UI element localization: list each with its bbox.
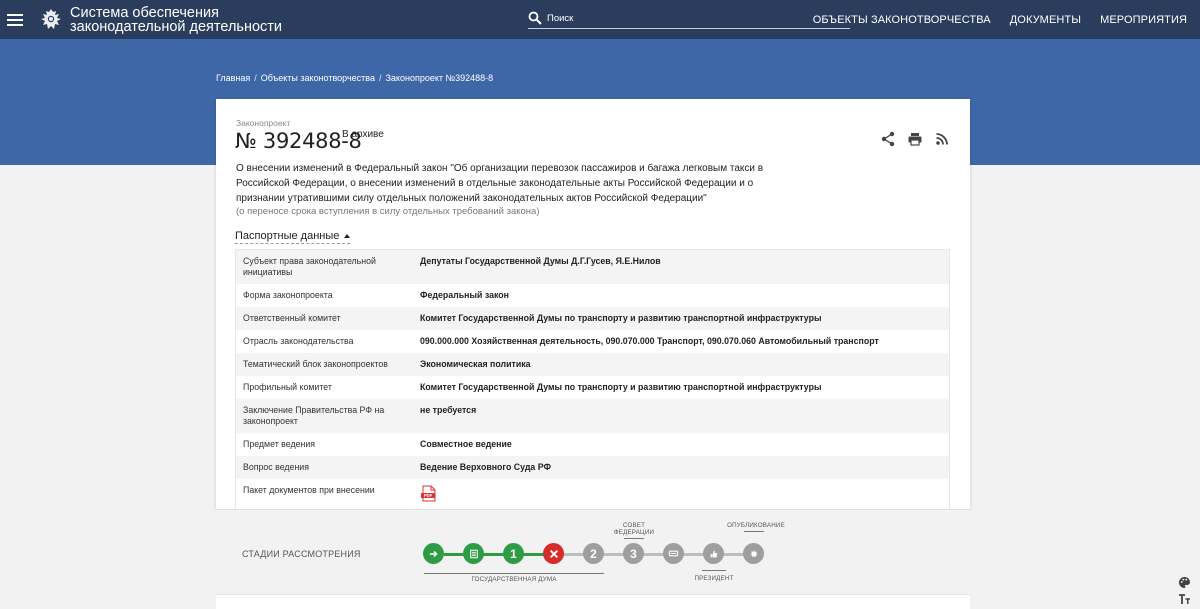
passport-key: Тематический блок законопроектов <box>243 359 388 369</box>
bill-kind: Законопроект <box>236 118 291 128</box>
breadcrumb-home[interactable]: Главная <box>216 73 250 83</box>
breadcrumb-separator: / <box>378 73 382 83</box>
status-badge: В архиве <box>342 129 384 140</box>
passport-value: Ведение Верховного Суда РФ <box>420 462 551 472</box>
breadcrumb-separator: / <box>254 73 257 83</box>
main-nav: ОБЪЕКТЫ ЗАКОНОТВОРЧЕСТВА ДОКУМЕНТЫ МЕРОП… <box>813 0 1187 39</box>
caret-up-icon <box>344 234 351 238</box>
passport-value: Совместное ведение <box>420 439 512 449</box>
passport-label: Паспортные данные <box>235 230 340 242</box>
passport-value: Федеральный закон <box>420 290 509 300</box>
table-row: Форма законопроекта Федеральный закон <box>236 284 949 307</box>
search-box <box>528 8 850 29</box>
table-row: Тематический блок законопроектов Экономи… <box>236 353 949 376</box>
coat-of-arms-logo[interactable] <box>37 6 65 34</box>
system-title-line1: Система обеспечения <box>70 4 219 21</box>
bill-card: Законопроект № 392488-8 В архиве О внесе… <box>216 99 970 510</box>
nav-lawmaking-objects[interactable]: ОБЪЕКТЫ ЗАКОНОТВОРЧЕСТВА <box>813 14 991 26</box>
passport-key: Профильный комитет <box>243 382 332 392</box>
publication-caption: ОПУБЛИКОВАНИЕ <box>727 522 785 529</box>
passport-key: Пакет документов при внесении <box>243 485 375 495</box>
svg-text:PDF: PDF <box>424 493 433 498</box>
nav-events[interactable]: МЕРОПРИЯТИЯ <box>1100 14 1187 26</box>
top-bar: Система обеспечения законодательной деят… <box>0 0 1200 39</box>
card-actions <box>880 131 950 147</box>
passport-value[interactable]: Комитет Государственной Думы по транспор… <box>414 376 949 399</box>
rss-icon[interactable] <box>934 131 950 147</box>
bill-subdescription: (о переносе срока вступления в силу отде… <box>236 206 540 217</box>
stage-connector <box>444 553 544 556</box>
passport-key: Отрасль законодательства <box>243 336 354 346</box>
stage-introduced[interactable] <box>423 543 444 564</box>
stage-president[interactable] <box>703 543 724 564</box>
passport-value[interactable]: Комитет Государственной Думы по транспор… <box>414 307 949 330</box>
passport-value: Депутаты Государственной Думы Д.Г.Гусев,… <box>420 256 661 266</box>
breadcrumb-current: Законопроект №392488-8 <box>385 73 494 83</box>
federation-caption-line2: ФЕДЕРАЦИИ <box>613 529 655 536</box>
passport-value-docs: PDF <box>414 479 949 509</box>
palette-icon[interactable] <box>1178 576 1191 589</box>
passport-key: Предмет ведения <box>243 439 316 449</box>
table-row: Профильный комитет Комитет Государственн… <box>236 376 949 399</box>
nav-documents[interactable]: ДОКУМЕНТЫ <box>1010 14 1081 26</box>
text-size-icon[interactable] <box>1178 592 1191 605</box>
stage-rejected[interactable] <box>543 543 564 564</box>
bill-description: О внесении изменений в Федеральный закон… <box>236 163 764 204</box>
table-row: Предмет ведения Совместное ведение <box>236 433 949 456</box>
federation-bracket <box>624 538 644 539</box>
stages-label: СТАДИИ РАССМОТРЕНИЯ <box>242 549 361 559</box>
passport-key: Заключение Правительства РФ на законопро… <box>243 405 385 426</box>
breadcrumb-objects[interactable]: Объекты законотворчества <box>261 73 375 83</box>
stage-federation-council[interactable]: 3 <box>623 543 644 564</box>
stage-first-reading[interactable]: 1 <box>503 543 524 564</box>
table-row: Пакет документов при внесении PDF <box>236 479 949 509</box>
president-bracket <box>702 570 726 571</box>
table-row: Вопрос ведения Ведение Верховного Суда Р… <box>236 456 949 479</box>
federation-caption: СОВЕТ ФЕДЕРАЦИИ <box>612 522 656 536</box>
passport-value: 090.000.000 Хозяйственная деятельность, … <box>420 336 879 346</box>
passport-key: Форма законопроекта <box>243 290 333 300</box>
passport-key: Вопрос ведения <box>243 462 309 472</box>
next-card-edge <box>216 595 970 609</box>
pdf-icon[interactable]: PDF <box>420 485 437 502</box>
stage-second-reading[interactable]: 2 <box>583 543 604 564</box>
system-title-line2: законодательной деятельности <box>70 18 283 35</box>
president-caption: ПРЕЗИДЕНТ <box>694 575 734 582</box>
search-icon[interactable] <box>528 11 542 25</box>
passport-table: Субъект права законодательной инициативы… <box>235 249 950 510</box>
share-icon[interactable] <box>880 131 896 147</box>
passport-toggle[interactable]: Паспортные данные <box>235 230 351 244</box>
publication-bracket <box>744 531 764 532</box>
passport-key: Субъект права законодательной инициативы <box>243 256 376 277</box>
table-row: Отрасль законодательства 090.000.000 Хоз… <box>236 330 949 353</box>
floating-tools <box>1178 576 1191 605</box>
passport-key: Ответственный комитет <box>243 313 341 323</box>
table-row: Субъект права законодательной инициативы… <box>236 250 949 284</box>
federation-caption-line1: СОВЕТ <box>622 522 646 529</box>
stage-signing[interactable] <box>663 543 684 564</box>
passport-value: не требуется <box>420 405 477 415</box>
breadcrumb: Главная / Объекты законотворчества / Зак… <box>216 73 493 83</box>
table-row: Заключение Правительства РФ на законопро… <box>236 399 949 433</box>
duma-bracket <box>424 573 604 574</box>
stages-panel: СТАДИИ РАССМОТРЕНИЯ 1 2 3 ГОСУДАРСТВЕННА… <box>216 509 970 595</box>
table-row: Ответственный комитет Комитет Государств… <box>236 307 949 330</box>
print-icon[interactable] <box>907 131 923 147</box>
menu-icon[interactable] <box>7 13 23 26</box>
passport-value: Экономическая политика <box>420 359 531 369</box>
stage-publication[interactable] <box>743 543 764 564</box>
system-title[interactable]: Система обеспечения законодательной деят… <box>70 4 283 35</box>
duma-caption: ГОСУДАРСТВЕННАЯ ДУМА <box>471 576 557 583</box>
search-input[interactable] <box>547 12 837 24</box>
stage-preliminary[interactable] <box>463 543 484 564</box>
